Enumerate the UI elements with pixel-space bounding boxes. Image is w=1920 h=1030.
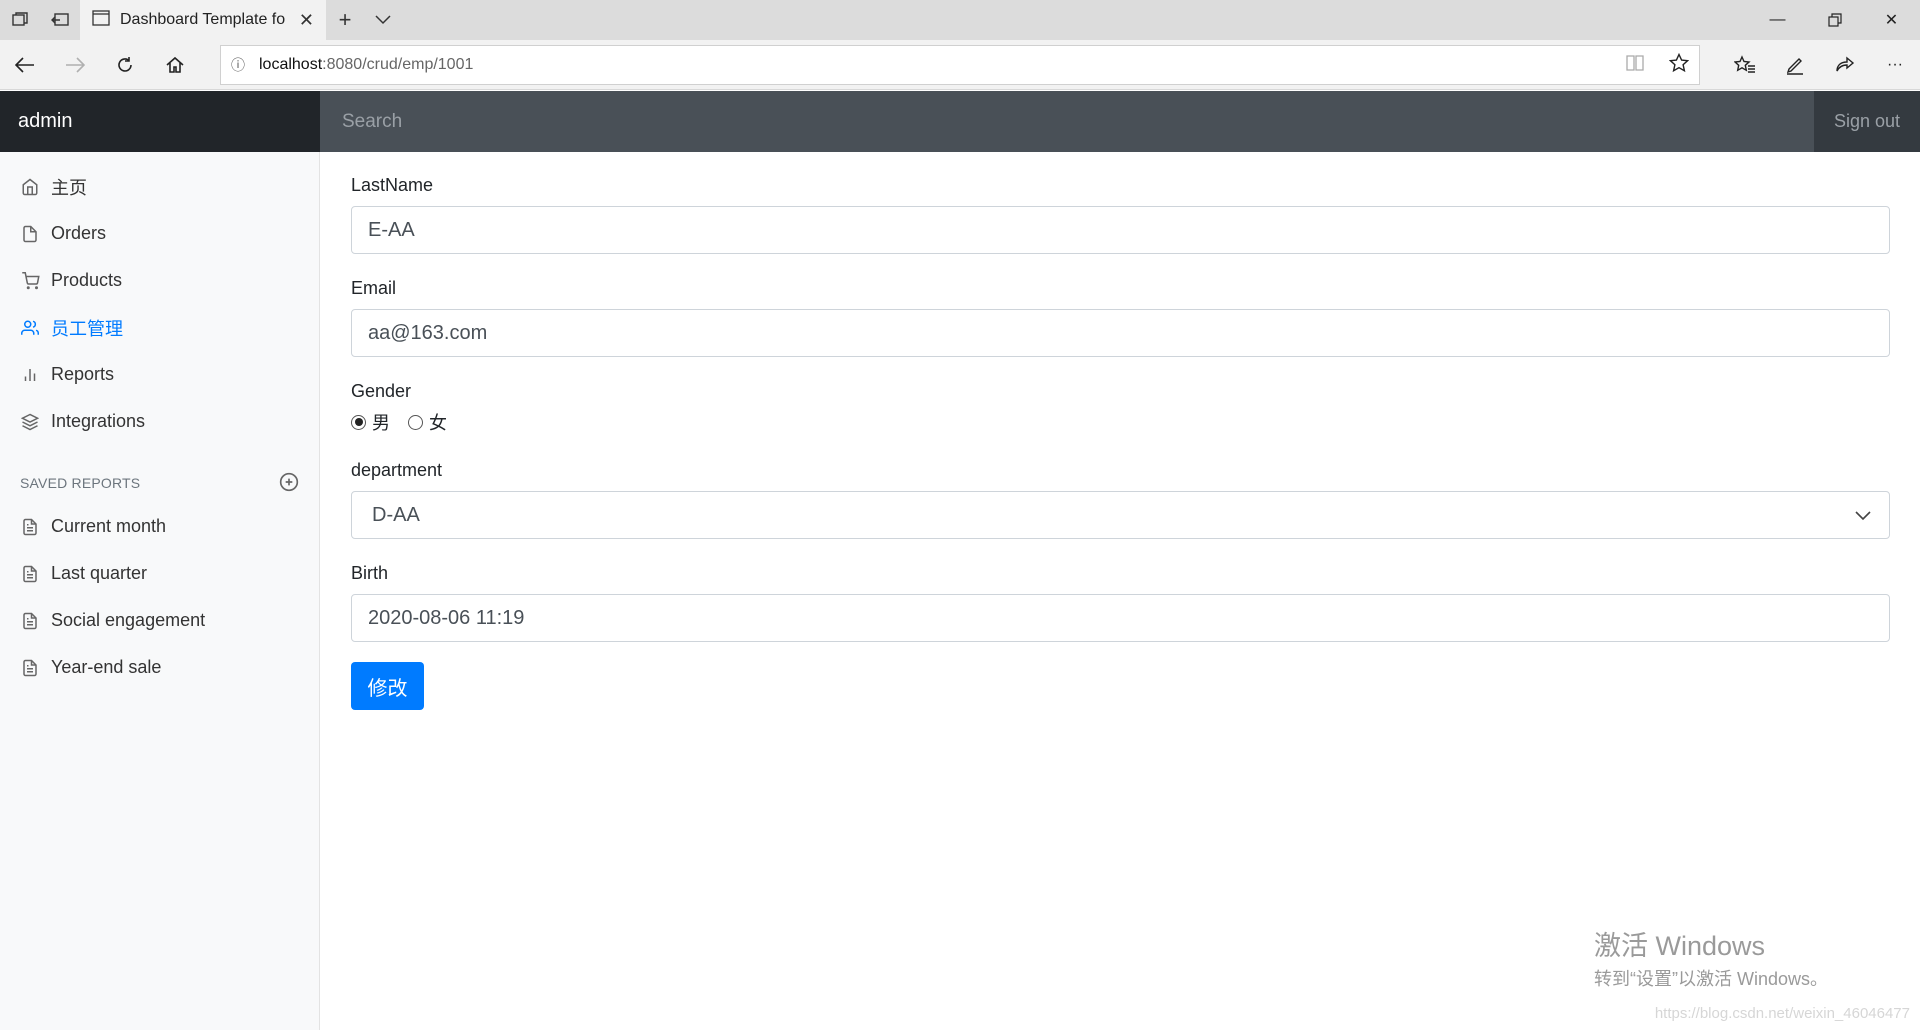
file-text-icon [20,611,40,631]
page-icon [92,9,110,31]
submit-button[interactable]: 修改 [351,662,424,710]
saved-reports-list: Current month Last quarter Social engage… [0,503,319,691]
sidebar-item-products[interactable]: Products [0,257,319,304]
gender-female-label: 女 [429,413,447,433]
tab-title: Dashboard Template fo [120,11,286,28]
department-label: department [351,460,443,480]
sidebar-item-reports[interactable]: Reports [0,351,319,398]
watermark-line2: 转到“设置”以激活 Windows。 [1594,969,1829,989]
email-label: Email [351,278,397,298]
sidebar-item-label: Reports [51,364,115,384]
set-tabs-aside-icon[interactable] [40,0,80,40]
close-icon[interactable]: ✕ [299,10,314,31]
saved-report-label: Social engagement [51,610,206,630]
saved-report-last-quarter[interactable]: Last quarter [0,550,319,597]
gender-male-radio[interactable]: 男 [351,409,390,435]
browser-tabstrip: Dashboard Template fo ✕ + — ✕ [0,0,1920,40]
saved-report-label: Current month [51,516,167,536]
address-bar[interactable]: ⓘ localhost :8080/crud/emp/1001 [220,45,1700,85]
watermark-line1: 激活 Windows [1594,931,1766,961]
sign-out-link[interactable]: Sign out [1814,91,1920,152]
gender-male-label: 男 [372,413,390,433]
browser-tab[interactable]: Dashboard Template fo ✕ [80,0,326,40]
department-select[interactable]: D-AA [351,491,1890,539]
cart-icon [20,271,40,291]
sidebar-item-label: 主页 [51,177,87,198]
close-window-icon[interactable]: ✕ [1863,0,1920,40]
gender-female-radio[interactable]: 女 [408,409,447,435]
app-topbar: admin Search Sign out [0,91,1920,152]
search-input[interactable]: Search [320,91,1814,152]
url-host: localhost [259,56,323,73]
saved-report-social-engagement[interactable]: Social engagement [0,597,319,644]
email-input[interactable]: aa@163.com [351,309,1890,357]
saved-report-year-end-sale[interactable]: Year-end sale [0,644,319,691]
chevron-down-icon [1855,504,1871,527]
more-icon[interactable]: ··· [1870,40,1920,90]
share-icon[interactable] [1820,40,1870,90]
home-icon [20,177,40,197]
birth-group: Birth 2020-08-06 11:19 [351,563,1891,642]
info-icon[interactable]: ⓘ [231,55,245,75]
saved-reports-label: SAVED REPORTS [20,475,141,491]
saved-report-current-month[interactable]: Current month [0,503,319,550]
employee-edit-form: LastName E-AA Email aa@163.com Gender 男 … [351,152,1891,710]
saved-report-label: Year-end sale [51,657,162,677]
sidebar-item-integrations[interactable]: Integrations [0,398,319,445]
sidebar-item-label: Integrations [51,411,146,431]
gender-radios: 男 女 [351,410,1891,434]
favorites-icon[interactable] [1720,40,1770,90]
sidebar-nav: 主页 Orders Products 员工管理 Reports Integrat… [0,152,319,445]
back-icon[interactable] [0,40,50,90]
plus-circle-icon[interactable] [279,472,299,495]
url-path: :8080/crud/emp/1001 [322,56,474,73]
tab-actions-icon[interactable] [0,0,40,40]
reading-view-icon[interactable] [1625,54,1645,77]
email-group: Email aa@163.com [351,278,1891,357]
browser-navbar: ⓘ localhost :8080/crud/emp/1001 ··· [0,40,1920,90]
gender-label: Gender [351,381,412,401]
home-icon[interactable] [150,40,200,90]
window-controls: — ✕ [1749,0,1920,40]
gender-group: Gender 男 女 [351,381,1891,434]
saved-reports-heading: SAVED REPORTS [0,463,319,503]
sidebar-item-home[interactable]: 主页 [0,163,319,210]
sidebar-item-label: 员工管理 [51,318,123,339]
file-text-icon [20,564,40,584]
source-url-watermark: https://blog.csdn.net/weixin_46046477 [1654,1005,1910,1022]
saved-report-label: Last quarter [51,563,148,583]
brand[interactable]: admin [0,91,320,152]
file-icon [20,224,40,244]
lastname-group: LastName E-AA [351,175,1891,254]
forward-icon[interactable] [50,40,100,90]
lastname-label: LastName [351,175,434,195]
sidebar-item-label: Orders [51,223,107,243]
birth-label: Birth [351,563,389,583]
new-tab-icon[interactable]: + [326,0,364,40]
bar-chart-icon [20,365,40,385]
windows-activation-watermark: 激活 Windows 转到“设置”以激活 Windows。 [1594,924,1828,991]
favorite-star-icon[interactable] [1668,52,1690,78]
department-group: department D-AA [351,460,1891,539]
file-text-icon [20,658,40,678]
department-selected-value: D-AA [372,503,420,526]
pen-icon[interactable] [1770,40,1820,90]
file-text-icon [20,517,40,537]
restore-icon[interactable] [1806,0,1863,40]
chevron-down-icon[interactable] [364,0,402,40]
sidebar: 主页 Orders Products 员工管理 Reports Integrat… [0,152,320,1030]
lastname-input[interactable]: E-AA [351,206,1890,254]
sidebar-item-employees[interactable]: 员工管理 [0,304,319,351]
refresh-icon[interactable] [100,40,150,90]
minimize-icon[interactable]: — [1749,0,1806,40]
sidebar-item-orders[interactable]: Orders [0,210,319,257]
radio-checked-icon[interactable] [351,414,366,430]
sidebar-item-label: Products [51,270,123,290]
layers-icon [20,412,40,432]
users-icon [20,318,40,338]
birth-input[interactable]: 2020-08-06 11:19 [351,594,1890,642]
radio-unchecked-icon[interactable] [408,414,423,430]
